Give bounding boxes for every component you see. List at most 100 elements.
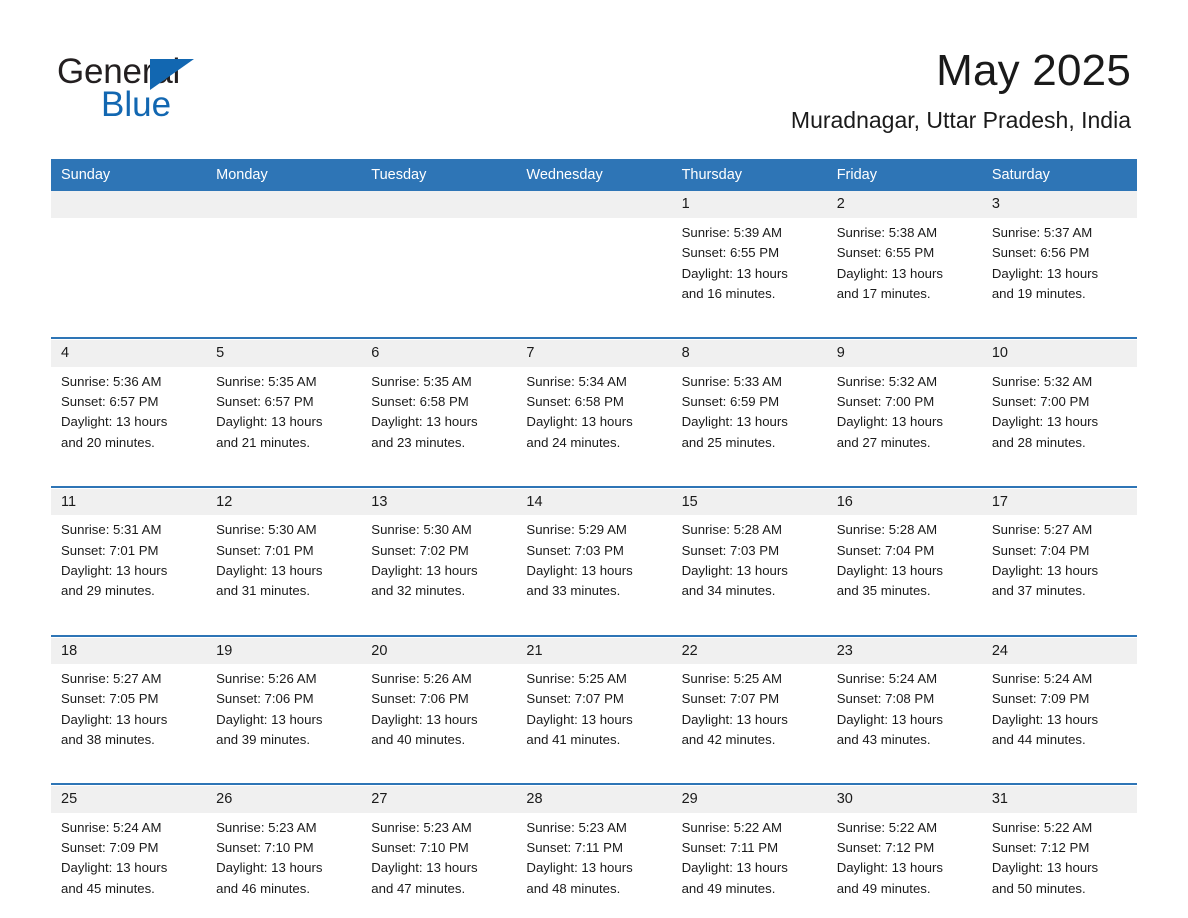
general-blue-logo[interactable]: General Blue: [57, 46, 207, 122]
day-info-cell[interactable]: Sunrise: 5:25 AM Sunset: 7:07 PM Daylight:…: [671, 663, 827, 765]
day-number-cell[interactable]: 6: [361, 340, 517, 367]
day-number-cell[interactable]: 8: [671, 340, 827, 367]
weekday-header-monday: Monday: [206, 159, 362, 192]
daylight-text-line2: and 35 minutes.: [836, 583, 931, 599]
daylight-text-line2: and 19 minutes.: [991, 285, 1086, 301]
day-info-cell[interactable]: Sunrise: 5:23 AM Sunset: 7:11 PM Daylight:…: [516, 812, 672, 913]
daylight-text-line2: and 20 minutes.: [61, 434, 155, 450]
sunrise-text: Sunrise: 5:27 AM: [991, 522, 1093, 538]
day-number-cell[interactable]: 17: [981, 488, 1137, 516]
week-info-row: Sunrise: 5:36 AM Sunset: 6:57 PM Daylight:…: [51, 366, 1137, 467]
day-info-cell[interactable]: Sunrise: 5:34 AM Sunset: 6:58 PM Daylight:…: [516, 366, 672, 467]
day-number-cell[interactable]: 10: [981, 340, 1137, 367]
day-info-cell[interactable]: Sunrise: 5:27 AM Sunset: 7:05 PM Daylight:…: [51, 663, 207, 765]
sunset-text: Sunset: 7:12 PM: [836, 840, 935, 856]
page-title: May 2025: [936, 46, 1131, 95]
daylight-text-line1: Daylight: 13 hours: [681, 711, 788, 727]
day-info-cell[interactable]: Sunrise: 5:32 AM Sunset: 7:00 PM Daylight:…: [826, 366, 982, 467]
daylight-text-line1: Daylight: 13 hours: [991, 711, 1099, 727]
calendar-grid: Sunday Monday Tuesday Wednesday Thursday…: [51, 159, 1137, 913]
daylight-text-line1: Daylight: 13 hours: [371, 860, 478, 876]
day-info-cell-empty: [516, 217, 672, 319]
day-number-cell[interactable]: 11: [51, 488, 207, 516]
daylight-text-line2: and 31 minutes.: [216, 583, 310, 599]
day-info-cell[interactable]: Sunrise: 5:38 AM Sunset: 6:55 PM Daylight:…: [826, 217, 982, 319]
day-number-cell[interactable]: 25: [51, 786, 207, 813]
day-info-cell[interactable]: Sunrise: 5:35 AM Sunset: 6:57 PM Daylight:…: [206, 366, 362, 467]
sunrise-text: Sunrise: 5:24 AM: [836, 670, 938, 686]
day-info-cell[interactable]: Sunrise: 5:28 AM Sunset: 7:04 PM Daylight:…: [826, 515, 982, 616]
day-number-cell[interactable]: 13: [361, 488, 517, 516]
day-info-cell[interactable]: Sunrise: 5:36 AM Sunset: 6:57 PM Daylight:…: [51, 366, 207, 467]
day-number-cell[interactable]: 28: [516, 786, 672, 813]
day-info-cell[interactable]: Sunrise: 5:28 AM Sunset: 7:03 PM Daylight:…: [671, 515, 827, 616]
day-number-cell[interactable]: 9: [826, 340, 982, 367]
day-info-cell[interactable]: Sunrise: 5:22 AM Sunset: 7:12 PM Daylight:…: [981, 812, 1137, 913]
day-info-cell[interactable]: Sunrise: 5:22 AM Sunset: 7:11 PM Daylight:…: [671, 812, 827, 913]
sunset-text: Sunset: 7:00 PM: [836, 393, 935, 409]
sunset-text: Sunset: 7:07 PM: [681, 691, 780, 707]
day-number-cell[interactable]: 22: [671, 637, 827, 664]
week-spacer-cell: [51, 466, 1137, 485]
day-number-cell[interactable]: 15: [671, 488, 827, 516]
daylight-text-line2: and 39 minutes.: [216, 731, 310, 747]
day-info-cell[interactable]: Sunrise: 5:33 AM Sunset: 6:59 PM Daylight:…: [671, 366, 827, 467]
day-number-cell[interactable]: 26: [206, 786, 362, 813]
sunrise-text: Sunrise: 5:23 AM: [526, 819, 627, 835]
daylight-text-line2: and 40 minutes.: [371, 731, 466, 747]
day-info-cell[interactable]: Sunrise: 5:30 AM Sunset: 7:02 PM Daylight:…: [361, 515, 517, 616]
day-info-cell[interactable]: Sunrise: 5:24 AM Sunset: 7:08 PM Daylight:…: [826, 663, 982, 765]
day-info-cell[interactable]: Sunrise: 5:25 AM Sunset: 7:07 PM Daylight:…: [516, 663, 672, 765]
day-number-cell[interactable]: 5: [206, 340, 362, 367]
sunset-text: Sunset: 7:04 PM: [836, 542, 935, 558]
sunset-text: Sunset: 6:55 PM: [836, 245, 935, 261]
day-number-cell[interactable]: 4: [51, 340, 207, 367]
daylight-text-line2: and 48 minutes.: [526, 880, 621, 896]
sunset-text: Sunset: 7:03 PM: [526, 542, 624, 558]
day-info-cell[interactable]: Sunrise: 5:24 AM Sunset: 7:09 PM Daylight:…: [981, 663, 1137, 765]
daylight-text-line1: Daylight: 13 hours: [61, 562, 168, 578]
day-number-cell[interactable]: 23: [826, 637, 982, 664]
day-info-cell[interactable]: Sunrise: 5:35 AM Sunset: 6:58 PM Daylight:…: [361, 366, 517, 467]
sunrise-text: Sunrise: 5:23 AM: [371, 819, 472, 835]
day-number-cell[interactable]: 19: [206, 637, 362, 664]
day-info-cell[interactable]: Sunrise: 5:22 AM Sunset: 7:12 PM Daylight:…: [826, 812, 982, 913]
day-info-cell[interactable]: Sunrise: 5:27 AM Sunset: 7:04 PM Daylight:…: [981, 515, 1137, 616]
day-number-cell[interactable]: 3: [981, 191, 1137, 218]
day-info-cell[interactable]: Sunrise: 5:26 AM Sunset: 7:06 PM Daylight:…: [206, 663, 362, 765]
daylight-text-line1: Daylight: 13 hours: [681, 860, 788, 876]
day-number-cell[interactable]: 16: [826, 488, 982, 516]
day-info-cell[interactable]: Sunrise: 5:24 AM Sunset: 7:09 PM Daylight:…: [51, 812, 207, 913]
day-number-cell[interactable]: 31: [981, 786, 1137, 813]
day-number-cell[interactable]: 21: [516, 637, 672, 664]
day-info-cell[interactable]: Sunrise: 5:37 AM Sunset: 6:56 PM Daylight:…: [981, 217, 1137, 319]
sunset-text: Sunset: 7:04 PM: [991, 542, 1090, 558]
day-number-cell[interactable]: 20: [361, 637, 517, 664]
day-info-cell[interactable]: Sunrise: 5:26 AM Sunset: 7:06 PM Daylight:…: [361, 663, 517, 765]
day-number-cell[interactable]: 29: [671, 786, 827, 813]
day-number-cell[interactable]: 24: [981, 637, 1137, 664]
day-number-cell[interactable]: 12: [206, 488, 362, 516]
day-info-cell[interactable]: Sunrise: 5:29 AM Sunset: 7:03 PM Daylight:…: [516, 515, 672, 616]
day-info-cell[interactable]: Sunrise: 5:23 AM Sunset: 7:10 PM Daylight:…: [361, 812, 517, 913]
sunrise-text: Sunrise: 5:32 AM: [991, 373, 1093, 389]
logo-text-blue: Blue: [101, 85, 172, 124]
daylight-text-line2: and 44 minutes.: [991, 731, 1086, 747]
day-number-cell[interactable]: 18: [51, 637, 207, 664]
daylight-text-line1: Daylight: 13 hours: [526, 860, 633, 876]
day-number-cell[interactable]: 2: [826, 191, 982, 218]
week-spacer-cell: [51, 764, 1137, 783]
daylight-text-line2: and 47 minutes.: [371, 880, 466, 896]
day-number-cell[interactable]: 30: [826, 786, 982, 813]
day-number-cell[interactable]: 27: [361, 786, 517, 813]
day-info-cell[interactable]: Sunrise: 5:32 AM Sunset: 7:00 PM Daylight:…: [981, 366, 1137, 467]
day-number-cell[interactable]: 7: [516, 340, 672, 367]
calendar-table: Sunday Monday Tuesday Wednesday Thursday…: [51, 159, 1137, 913]
weekday-header-thursday: Thursday: [671, 159, 827, 192]
day-info-cell[interactable]: Sunrise: 5:23 AM Sunset: 7:10 PM Daylight:…: [206, 812, 362, 913]
day-info-cell[interactable]: Sunrise: 5:30 AM Sunset: 7:01 PM Daylight:…: [206, 515, 362, 616]
day-info-cell[interactable]: Sunrise: 5:39 AM Sunset: 6:55 PM Daylight:…: [671, 217, 827, 319]
day-number-cell[interactable]: 14: [516, 488, 672, 516]
day-info-cell[interactable]: Sunrise: 5:31 AM Sunset: 7:01 PM Daylight:…: [51, 515, 207, 616]
day-number-cell[interactable]: 1: [671, 191, 827, 218]
